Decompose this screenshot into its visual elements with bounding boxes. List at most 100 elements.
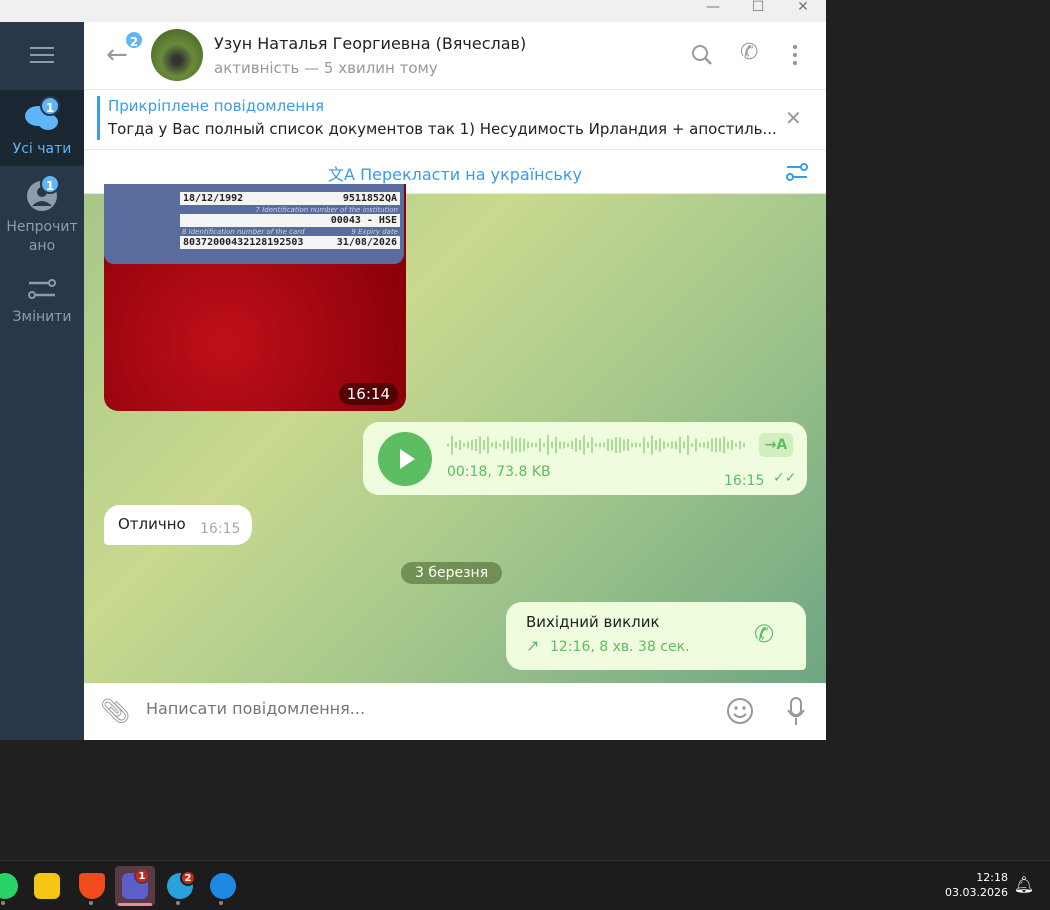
waveform-bar [647,442,649,448]
menu-button[interactable] [0,22,84,90]
waveform-bar [595,443,597,447]
emoji-icon[interactable] [726,697,754,725]
pinned-message-bar[interactable]: Прикріплене повідомлення Тогда у Вас пол… [84,90,826,150]
phone-app-icon[interactable] [210,873,236,899]
waveform-bar [575,438,577,452]
waveform-bar [695,438,697,452]
waveform-bar [507,441,509,449]
contact-name[interactable]: Узун Наталья Георгиевна (Вячеслав) [214,34,526,53]
waveform-bar [491,442,493,448]
title-bar: — ☐ ✕ [0,0,826,22]
waveform-bar [675,441,677,449]
waveform-bar [463,443,465,447]
waveform-bar [687,435,689,455]
clock[interactable]: 12:18 03.03.2026 [945,870,1008,900]
close-pinned-icon[interactable]: ✕ [785,106,802,130]
whatsapp-icon[interactable] [0,873,18,899]
clock-time: 12:18 [976,871,1008,884]
call-detail: 12:16, 8 хв. 38 сек. [550,639,690,655]
waveform-bar [567,442,569,448]
read-check-icon: ✓✓ [773,470,797,486]
file-explorer-icon[interactable] [34,873,60,899]
waveform-bar [735,443,737,447]
call-message: Вихідний виклик ↗ 12:16, 8 хв. 38 сек. ✆ [506,602,806,670]
waveform-bar [495,441,497,449]
waveform-bar [535,442,537,448]
voice-message: →A 00:18, 73.8 KB 16:15 ✓✓ [363,422,807,495]
close-button[interactable]: ✕ [783,0,823,18]
waveform-bar [635,442,637,448]
insurance-card-photo: 18/12/1992 9511852QA 7 Identification num… [104,184,404,264]
voice-meta: 00:18, 73.8 KB [447,464,551,480]
attach-icon[interactable]: 📎︎ [100,697,130,725]
waveform-bar [703,442,705,448]
translate-button[interactable]: 文A Перекласти на українську [84,161,826,185]
waveform[interactable] [447,434,747,456]
microphone-icon[interactable] [786,697,806,727]
date-separator: 3 березня [401,562,503,584]
call-back-icon[interactable]: ✆ [754,620,774,648]
waveform-bar [451,435,453,455]
brave-browser-icon[interactable] [79,873,105,899]
waveform-bar [455,441,457,449]
waveform-bar [607,438,609,452]
message-time: 16:15 [200,521,241,537]
folder-label: Непрочит ано [6,219,78,254]
edit-folders[interactable]: Змінити [0,268,84,338]
waveform-bar [459,440,461,450]
sliders-icon [28,279,56,299]
photo-message[interactable]: 18/12/1992 9511852QA 7 Identification num… [104,184,406,411]
message-input[interactable] [146,699,706,718]
message-list[interactable]: 18/12/1992 9511852QA 7 Identification num… [84,184,826,683]
waveform-bar [727,441,729,449]
waveform-bar [715,437,717,453]
waveform-bar [471,439,473,451]
card-label: 7 Identification number of the instituti… [255,206,398,214]
waveform-bar [655,440,657,450]
waveform-bar [487,436,489,454]
waveform-bar [659,438,661,452]
search-icon[interactable] [691,44,713,66]
play-button[interactable] [378,432,432,486]
waveform-bar [679,436,681,454]
folder-unread[interactable]: 1 Непрочит ано [0,166,84,262]
waveform-bar [691,443,693,447]
transcribe-button[interactable]: →A [759,433,793,457]
active-indicator [118,903,152,906]
chat-header: ← 2 Узун Наталья Георгиевна (Вячеслав) а… [84,22,826,90]
waveform-bar [571,440,573,450]
waveform-bar [475,439,477,451]
waveform-bar [719,438,721,452]
waveform-bar [619,437,621,453]
waveform-bar [711,438,713,452]
folder-all-chats[interactable]: 1 Усі чати [0,90,84,166]
pinned-title: Прикріплене повідомлення [108,97,325,115]
waveform-bar [447,443,449,447]
notifications-icon[interactable]: 🔔︎ [1014,875,1034,894]
unread-badge: 1 [40,96,60,116]
waveform-bar [511,436,513,454]
translate-settings-icon[interactable] [785,162,809,182]
waveform-bar [623,439,625,451]
waveform-bar [551,441,553,449]
phone-icon[interactable]: ✆ [740,40,758,65]
waveform-bar [671,441,673,449]
minimize-button[interactable]: — [693,0,733,18]
avatar[interactable] [151,29,203,81]
hamburger-icon [30,47,54,63]
waveform-bar [519,437,521,453]
waveform-bar [663,441,665,449]
clock-date: 03.03.2026 [945,886,1008,899]
maximize-button[interactable]: ☐ [738,0,778,18]
waveform-bar [683,441,685,449]
more-icon[interactable] [791,44,799,66]
waveform-bar [587,442,589,448]
teams-badge: 1 [134,868,150,884]
waveform-bar [667,443,669,447]
back-unread-badge: 2 [124,30,144,50]
waveform-bar [555,436,557,454]
card-field: 18/12/1992 9511852QA [180,192,400,205]
waveform-bar [543,443,545,447]
waveform-bar [631,442,633,448]
unread-badge: 1 [40,174,60,194]
